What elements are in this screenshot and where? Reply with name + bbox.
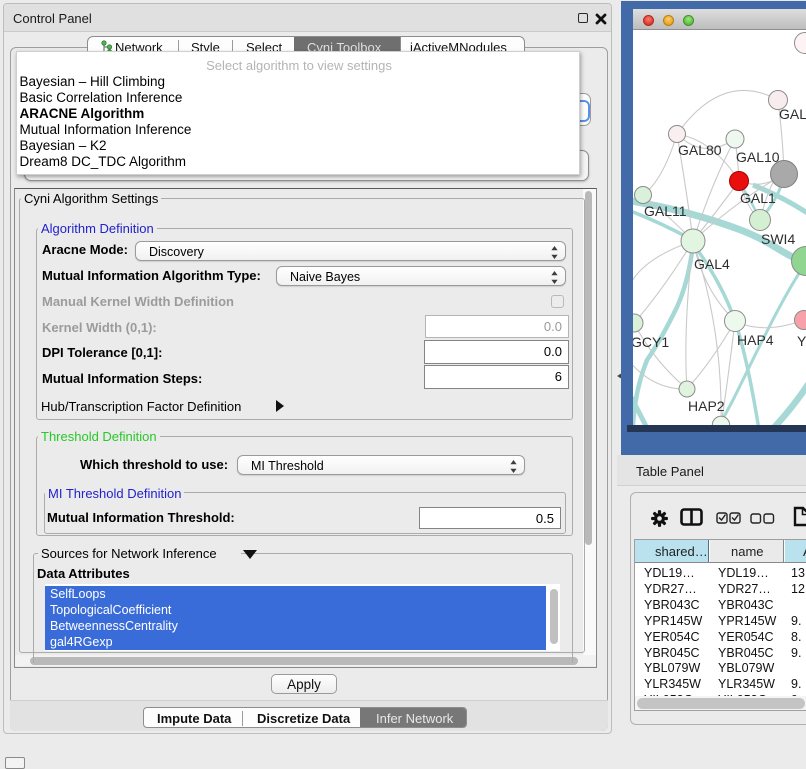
svg-text:HAP2: HAP2: [688, 398, 725, 414]
svg-text:GAL4: GAL4: [694, 256, 730, 272]
svg-text:GAL1: GAL1: [740, 190, 776, 206]
svg-text:GAL11: GAL11: [644, 203, 687, 219]
svg-text:GAL80: GAL80: [678, 142, 722, 158]
svg-text:Y: Y: [797, 333, 806, 349]
svg-text:GAL: GAL: [779, 106, 806, 122]
svg-text:HAP4: HAP4: [737, 332, 774, 348]
svg-text:GCY1: GCY1: [633, 334, 669, 350]
svg-text:SWI4: SWI4: [761, 231, 795, 247]
svg-text:GAL10: GAL10: [736, 149, 780, 165]
